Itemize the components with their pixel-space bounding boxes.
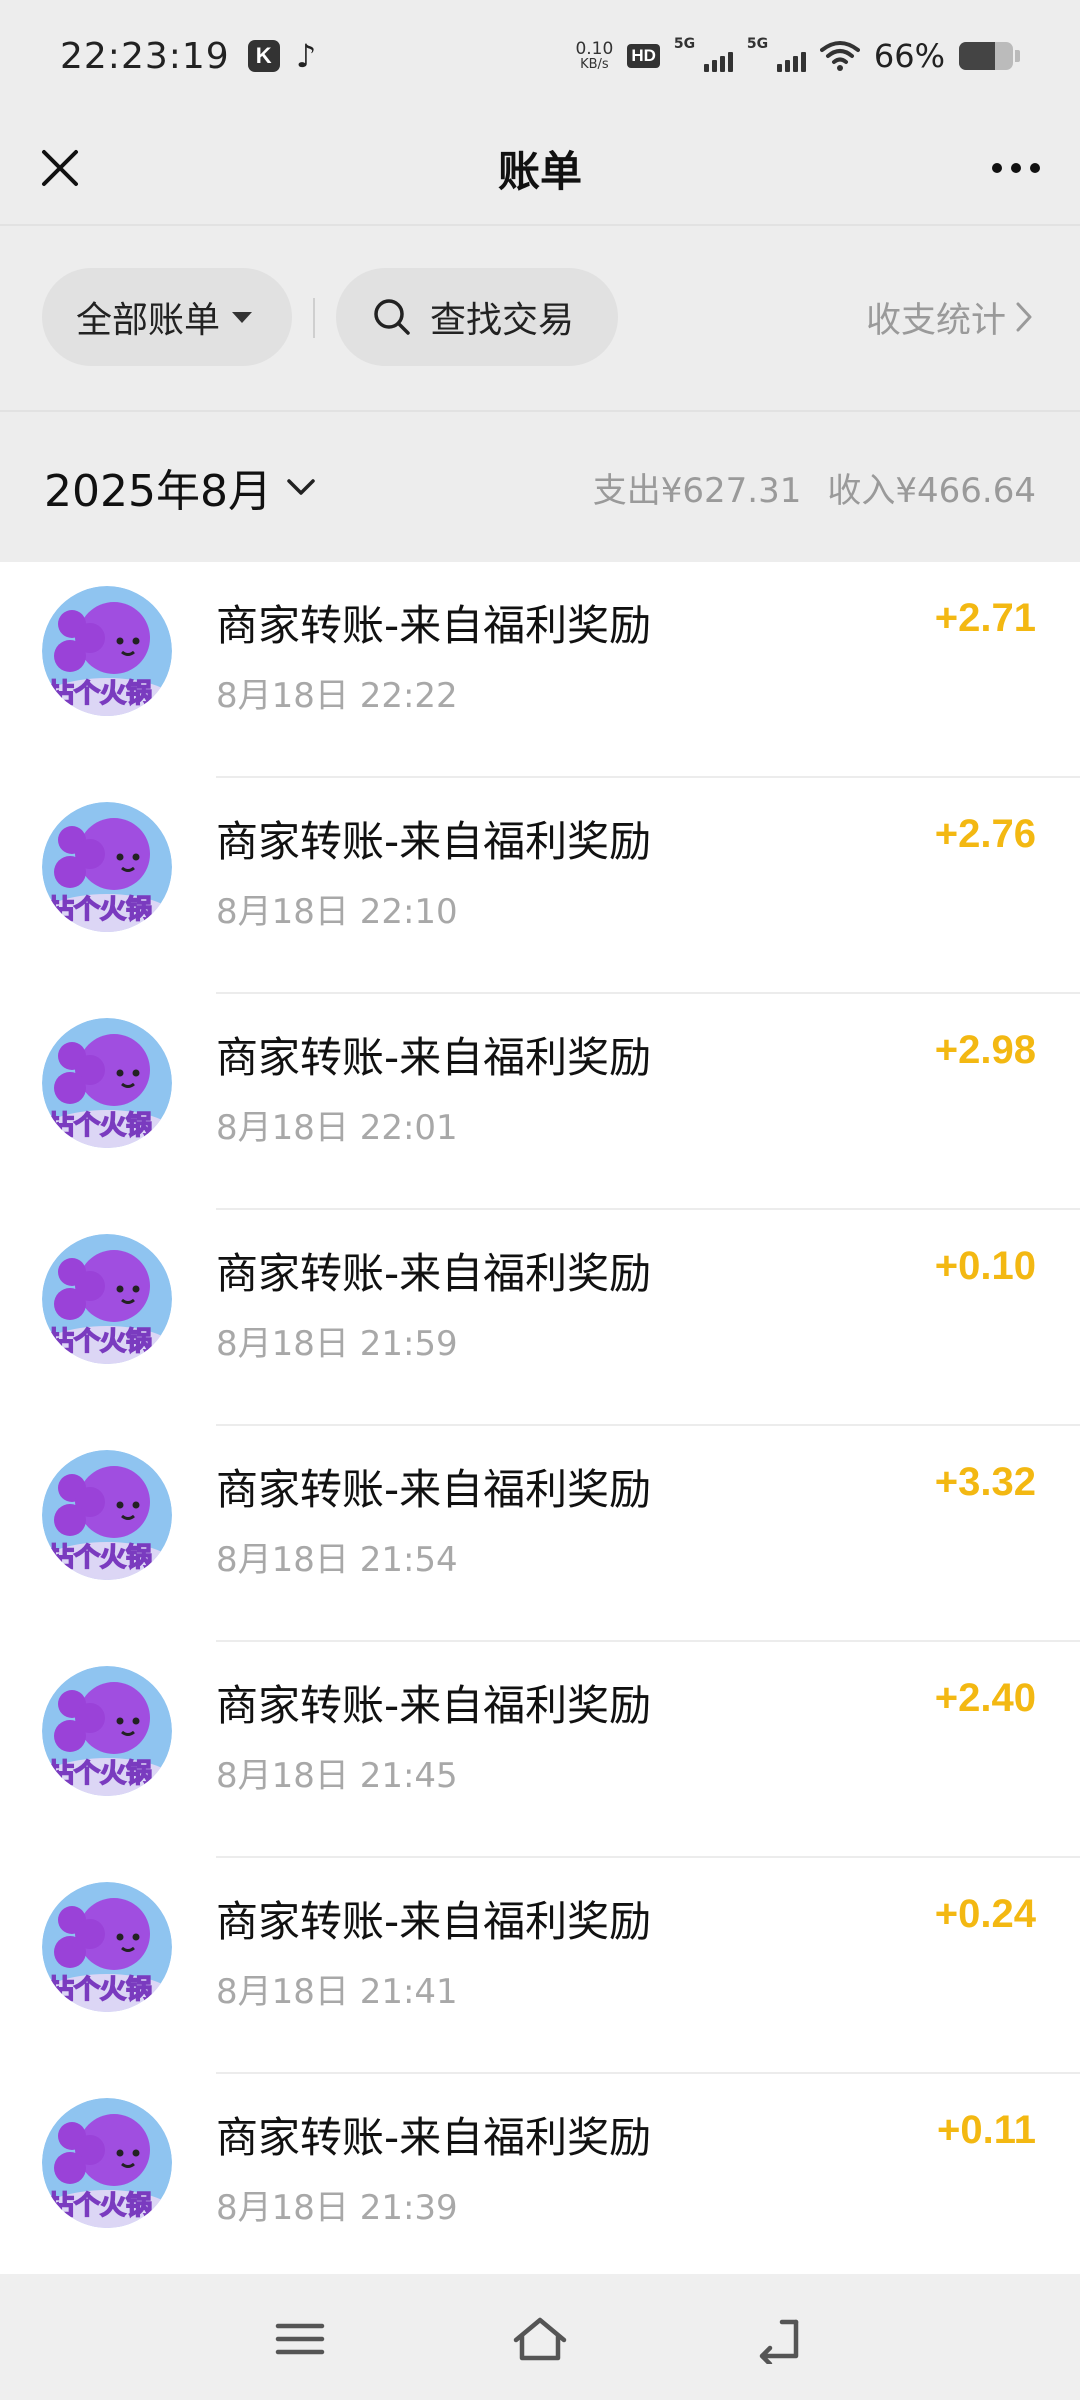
all-bills-dropdown[interactable]: 全部账单: [42, 268, 292, 366]
transaction-amount: +0.11: [936, 2108, 1036, 2152]
month-selector[interactable]: 2025年8月: [44, 455, 316, 519]
search-label: 查找交易: [430, 300, 575, 341]
filter-bar: 全部账单 查找交易 收支统计: [0, 226, 1080, 410]
transaction-amount: +0.24: [934, 1892, 1036, 1936]
transaction-title: 商家转账-来自福利奖励: [216, 601, 652, 650]
battery-cap: [1015, 50, 1020, 62]
transaction-row[interactable]: 拈个火锅 商家转账-来自福利奖励 8月18日 22:22 +2.71: [0, 562, 1080, 778]
transaction-row[interactable]: 拈个火锅 商家转账-来自福利奖励 8月18日 21:39 +0.11: [0, 2074, 1080, 2290]
transaction-amount: +0.10: [934, 1244, 1036, 1288]
transaction-row[interactable]: 拈个火锅 商家转账-来自福利奖励 8月18日 22:10 +2.76: [0, 778, 1080, 994]
transaction-title: 商家转账-来自福利奖励: [216, 2113, 652, 2162]
merchant-avatar: 拈个火锅: [42, 586, 172, 716]
transaction-title: 商家转账-来自福利奖励: [216, 817, 652, 866]
merchant-avatar: 拈个火锅: [42, 2098, 172, 2228]
tiktok-icon: ♪: [295, 37, 317, 75]
svg-text:拈个火锅: 拈个火锅: [48, 2191, 152, 2221]
svg-text:拈个火锅: 拈个火锅: [48, 1111, 152, 1141]
home-icon[interactable]: [510, 2314, 570, 2364]
stats-label: 收支统计: [865, 300, 1006, 341]
merchant-avatar: 拈个火锅: [42, 1450, 172, 1580]
chevron-down-icon: [287, 479, 315, 495]
battery-percent: 66%: [873, 37, 945, 75]
back-icon[interactable]: [752, 2314, 812, 2364]
month-expense: 支出¥627.31: [592, 470, 802, 511]
transaction-title: 商家转账-来自福利奖励: [216, 1465, 652, 1514]
search-transactions-button[interactable]: 查找交易: [336, 268, 618, 366]
svg-text:拈个火锅: 拈个火锅: [48, 1327, 152, 1357]
income-expense-stats-link[interactable]: 收支统计: [866, 268, 1034, 366]
svg-text:拈个火锅: 拈个火锅: [48, 1759, 152, 1789]
transaction-row[interactable]: 拈个火锅 商家转账-来自福利奖励 8月18日 21:54 +3.32: [0, 1426, 1080, 1642]
merchant-avatar: 拈个火锅: [42, 1018, 172, 1148]
network-speed-unit: KB/s: [580, 57, 609, 72]
network-speed: 0.10 KB/s: [575, 39, 614, 72]
svg-text:拈个火锅: 拈个火锅: [48, 1543, 152, 1573]
merchant-avatar: 拈个火锅: [42, 1234, 172, 1364]
month-header: 2025年8月 支出¥627.31 收入¥466.64: [0, 412, 1080, 562]
status-time: 22:23:19: [60, 35, 230, 77]
search-icon: [374, 299, 410, 335]
transaction-time: 8月18日 21:41: [216, 1972, 458, 2012]
svg-text:拈个火锅: 拈个火锅: [48, 895, 152, 925]
system-navigation-bar: [0, 2274, 1080, 2400]
signal-2-icon: 5G: [747, 36, 806, 72]
nav-bar: 账单: [0, 112, 1080, 224]
transaction-time: 8月18日 21:39: [216, 2188, 458, 2228]
transaction-time: 8月18日 21:59: [216, 1324, 458, 1364]
transaction-amount: +2.98: [934, 1028, 1036, 1072]
month-income: 收入¥466.64: [827, 470, 1036, 511]
transaction-time: 8月18日 22:22: [216, 676, 458, 716]
signal-2-label: 5G: [746, 36, 769, 52]
transaction-amount: +2.76: [934, 812, 1036, 856]
signal-1-icon: 5G: [674, 36, 733, 72]
merchant-avatar: 拈个火锅: [42, 1882, 172, 2012]
transaction-title: 商家转账-来自福利奖励: [216, 1681, 652, 1730]
close-icon[interactable]: [30, 138, 90, 198]
transaction-amount: +3.32: [934, 1460, 1036, 1504]
svg-text:拈个火锅: 拈个火锅: [48, 679, 152, 709]
transaction-title: 商家转账-来自福利奖励: [216, 1249, 652, 1298]
transaction-amount: +2.40: [934, 1676, 1036, 1720]
merchant-avatar: 拈个火锅: [42, 802, 172, 932]
k-app-icon: K: [247, 40, 280, 72]
svg-text:拈个火锅: 拈个火锅: [48, 1975, 152, 2005]
caret-down-icon: [232, 311, 253, 323]
month-label: 2025年8月: [44, 466, 272, 517]
transaction-amount: +2.71: [934, 596, 1036, 640]
more-icon[interactable]: [992, 148, 1040, 188]
hd-badge: HD: [627, 44, 660, 68]
menu-icon[interactable]: [270, 2314, 330, 2364]
signal-1-label: 5G: [673, 36, 696, 52]
wifi-icon: [819, 41, 860, 71]
transaction-row[interactable]: 拈个火锅 商家转账-来自福利奖励 8月18日 21:59 +0.10: [0, 1210, 1080, 1426]
month-summary: 支出¥627.31 收入¥466.64: [593, 463, 1036, 512]
transaction-row[interactable]: 拈个火锅 商家转账-来自福利奖励 8月18日 22:01 +2.98: [0, 994, 1080, 1210]
network-speed-value: 0.10: [575, 39, 614, 59]
filter-divider: [313, 298, 315, 338]
page-title: 账单: [497, 146, 582, 196]
transaction-list: 拈个火锅 商家转账-来自福利奖励 8月18日 22:22 +2.71 拈个火锅 …: [0, 562, 1080, 2290]
chevron-right-icon: [1016, 302, 1032, 332]
merchant-avatar: 拈个火锅: [42, 1666, 172, 1796]
transaction-title: 商家转账-来自福利奖励: [216, 1033, 652, 1082]
transaction-time: 8月18日 22:01: [216, 1108, 458, 1148]
notification-icons: K ♪: [247, 37, 317, 75]
status-bar: 22:23:19 K ♪ 0.10 KB/s HD 5G 5G 66%: [0, 0, 1080, 112]
transaction-row[interactable]: 拈个火锅 商家转账-来自福利奖励 8月18日 21:41 +0.24: [0, 1858, 1080, 2074]
transaction-title: 商家转账-来自福利奖励: [216, 1897, 652, 1946]
all-bills-label: 全部账单: [76, 300, 221, 341]
transaction-time: 8月18日 21:45: [216, 1756, 458, 1796]
battery-icon: [959, 42, 1013, 70]
transaction-time: 8月18日 21:54: [216, 1540, 458, 1580]
transaction-row[interactable]: 拈个火锅 商家转账-来自福利奖励 8月18日 21:45 +2.40: [0, 1642, 1080, 1858]
transaction-time: 8月18日 22:10: [216, 892, 458, 932]
status-indicators: 0.10 KB/s HD 5G 5G 66%: [575, 36, 1020, 75]
